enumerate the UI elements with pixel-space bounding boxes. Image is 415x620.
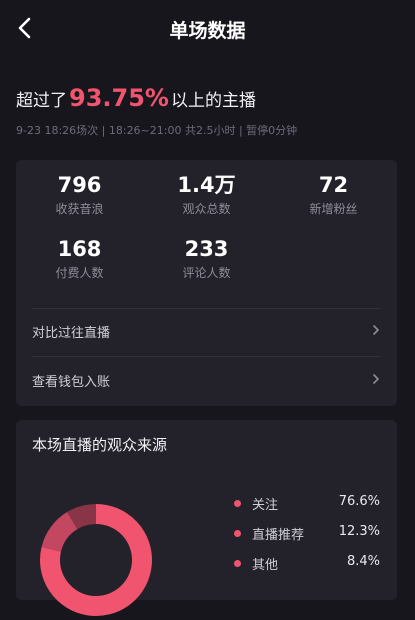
- stat-value: 233: [184, 237, 229, 261]
- legend-item-follow: 关注 76.6%: [234, 494, 380, 514]
- audience-source-card: 本场直播的观众来源 关注 76.6% 直播推荐 12.3% 其他 8.4%: [16, 420, 397, 616]
- stat-label: 评论人数: [182, 266, 231, 280]
- audience-donut-chart: [40, 504, 152, 616]
- rank-summary: 超过了93.75% 以上的主播: [16, 84, 256, 112]
- legend-item-recommend: 直播推荐 12.3%: [234, 524, 380, 544]
- donut-slice-other: [67, 504, 97, 530]
- legend-item-other: 其他 8.4%: [234, 554, 380, 574]
- header: 单场数据: [0, 0, 415, 56]
- row-label: 查看钱包入账: [32, 375, 111, 390]
- summary-prefix: 超过了: [16, 91, 67, 111]
- legend-percent: 12.3%: [338, 524, 380, 539]
- legend-dot: [234, 560, 241, 567]
- chevron-right-icon: [373, 374, 379, 384]
- legend-percent: 76.6%: [338, 494, 380, 509]
- divider: [32, 356, 381, 357]
- divider: [32, 308, 381, 309]
- summary-suffix: 以上的主播: [170, 91, 256, 111]
- chevron-right-icon: [373, 325, 379, 335]
- stat-commenters: 233 评论人数: [143, 236, 270, 281]
- stat-paying-users: 168 付费人数: [16, 236, 143, 281]
- stat-value: 796: [57, 173, 102, 197]
- legend-percent: 8.4%: [346, 554, 380, 569]
- session-meta: 9-23 18:26场次 | 18:26~21:00 共2.5小时 | 暂停0分…: [16, 124, 298, 137]
- legend-name: 关注: [252, 498, 279, 513]
- stat-label: 观众总数: [182, 202, 231, 216]
- stat-value: 1.4万: [177, 173, 236, 197]
- stat-gifts: 796 收获音浪: [16, 172, 143, 217]
- stat-viewers: 1.4万 观众总数: [143, 172, 270, 217]
- summary-percent: 93.75%: [69, 84, 169, 112]
- stat-label: 收获音浪: [55, 202, 104, 216]
- wallet-income-row[interactable]: 查看钱包入账: [32, 359, 381, 403]
- audience-source-title: 本场直播的观众来源: [32, 436, 168, 454]
- stats-card: 796 收获音浪 1.4万 观众总数 72 新增粉丝 168 付费人数 233 …: [16, 160, 397, 406]
- stat-label: 新增粉丝: [309, 202, 358, 216]
- stat-new-fans: 72 新增粉丝: [270, 172, 397, 217]
- page-title: 单场数据: [169, 20, 246, 42]
- legend-dot: [234, 500, 241, 507]
- legend-dot: [234, 530, 241, 537]
- stat-value: 72: [318, 173, 349, 197]
- stat-label: 付费人数: [55, 266, 104, 280]
- donut-slice-recommend: [41, 512, 78, 553]
- compare-past-lives-row[interactable]: 对比过往直播: [32, 310, 381, 354]
- legend-name: 直播推荐: [252, 528, 305, 543]
- row-label: 对比过往直播: [32, 326, 111, 341]
- stat-value: 168: [57, 237, 102, 261]
- legend-name: 其他: [252, 558, 279, 573]
